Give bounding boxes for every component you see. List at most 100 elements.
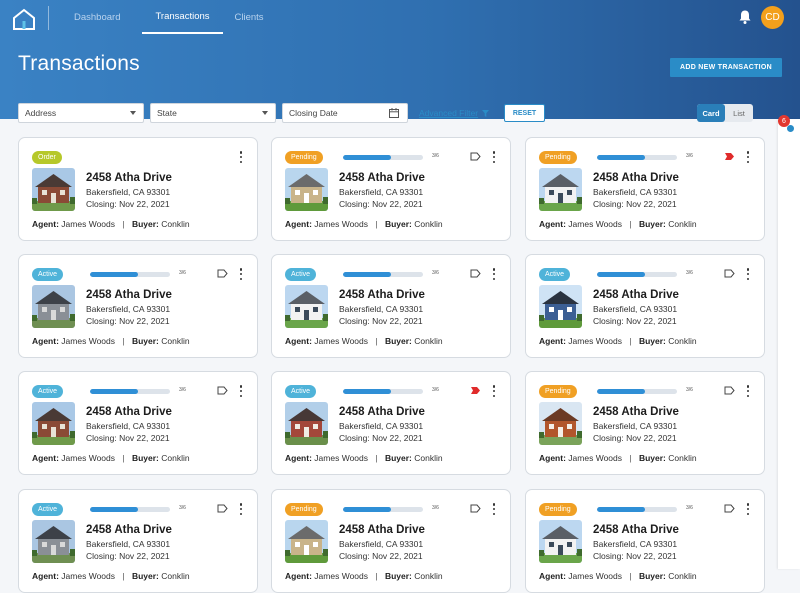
more-options-icon[interactable] <box>492 503 496 515</box>
user-avatar[interactable]: CD <box>761 6 784 29</box>
progress-bar <box>343 155 423 160</box>
reset-button[interactable]: RESET <box>504 104 545 122</box>
closing-date: Closing: Nov 22, 2021 <box>86 551 170 561</box>
closing-date: Closing: Nov 22, 2021 <box>339 199 423 209</box>
progress-ratio: 3/6 <box>686 387 693 393</box>
progress-bar <box>343 389 423 394</box>
tag-icon[interactable] <box>217 269 228 278</box>
advanced-filter-link[interactable]: Advanced Filter <box>419 108 490 118</box>
separator: | <box>629 219 632 229</box>
progress-ratio: 3/6 <box>432 505 439 511</box>
property-address[interactable]: 2458 Atha Drive <box>86 172 172 184</box>
separator: | <box>375 336 378 346</box>
nav-tab-dashboard[interactable]: Dashboard <box>62 0 132 34</box>
tag-icon[interactable] <box>724 504 735 513</box>
property-address[interactable]: 2458 Atha Drive <box>339 406 425 418</box>
property-address[interactable]: 2458 Atha Drive <box>339 524 425 536</box>
property-address[interactable]: 2458 Atha Drive <box>593 406 679 418</box>
property-city: Bakersfield, CA 93301 <box>339 539 424 549</box>
property-address[interactable]: 2458 Atha Drive <box>86 524 172 536</box>
buyer-label: Buyer: <box>384 453 412 463</box>
property-address[interactable]: 2458 Atha Drive <box>339 289 425 301</box>
tag-icon[interactable] <box>470 269 481 278</box>
buyer-label: Buyer: <box>131 571 159 581</box>
property-address[interactable]: 2458 Atha Drive <box>86 289 172 301</box>
funnel-icon <box>482 109 490 117</box>
notification-dot-icon <box>787 125 794 132</box>
transaction-card[interactable]: Active 3/6 2458 Atha Drive Bakersfield, CA… <box>271 371 511 475</box>
bell-icon[interactable] <box>738 9 752 25</box>
tag-icon[interactable] <box>470 504 481 513</box>
state-select[interactable]: State <box>150 103 276 123</box>
tag-icon[interactable] <box>724 269 735 278</box>
more-options-icon[interactable] <box>492 151 496 163</box>
property-address[interactable]: 2458 Atha Drive <box>86 406 172 418</box>
transaction-card[interactable]: Active 3/6 2458 Atha Drive Bakersfield, CA… <box>18 254 258 358</box>
buyer-label: Buyer: <box>384 336 412 346</box>
agent-label: Agent: <box>539 336 566 346</box>
transaction-card[interactable]: Active 3/6 2458 Atha Drive Bakersfield, CA… <box>18 489 258 593</box>
tag-icon[interactable] <box>217 386 228 395</box>
nav-tab-clients[interactable]: Clients <box>223 0 276 34</box>
more-options-icon[interactable] <box>239 268 243 280</box>
property-address[interactable]: 2458 Atha Drive <box>593 289 679 301</box>
progress-bar <box>597 507 677 512</box>
add-new-transaction-button[interactable]: ADD NEW TRANSACTION <box>670 58 782 77</box>
buyer-name: Conklin <box>414 336 443 346</box>
more-options-icon[interactable] <box>239 151 243 163</box>
property-address[interactable]: 2458 Atha Drive <box>593 172 679 184</box>
progress-bar <box>90 389 170 394</box>
transaction-card[interactable]: Active 3/6 2458 Atha Drive Bakersfield, CA… <box>525 254 765 358</box>
more-options-icon[interactable] <box>492 385 496 397</box>
tag-icon[interactable] <box>470 152 481 161</box>
more-options-icon[interactable] <box>492 268 496 280</box>
status-badge: Order <box>32 151 62 164</box>
transaction-card[interactable]: Pending 3/6 2458 Atha Drive Bakersfield, C… <box>525 489 765 593</box>
more-options-icon[interactable] <box>239 503 243 515</box>
priority-flag-icon[interactable] <box>470 386 481 395</box>
list-view-button[interactable]: List <box>725 104 753 122</box>
transaction-card[interactable]: Pending 3/6 2458 Atha Drive Bakersfield, C… <box>525 137 765 241</box>
transaction-card[interactable]: Active 3/6 2458 Atha Drive Bakersfield, CA… <box>18 371 258 475</box>
transaction-card[interactable]: Pending 3/6 2458 Atha Drive Bakersfield, C… <box>525 371 765 475</box>
agent-label: Agent: <box>32 453 59 463</box>
card-view-button[interactable]: Card <box>697 104 725 122</box>
house-photo <box>285 520 328 563</box>
progress-ratio: 3/6 <box>686 270 693 276</box>
transaction-card[interactable]: Active 3/6 2458 Atha Drive Bakersfield, CA… <box>271 254 511 358</box>
calendar-icon[interactable] <box>389 108 399 118</box>
progress-bar <box>597 389 677 394</box>
property-city: Bakersfield, CA 93301 <box>593 304 678 314</box>
priority-flag-icon[interactable] <box>724 152 735 161</box>
property-address[interactable]: 2458 Atha Drive <box>593 524 679 536</box>
status-badge: Active <box>285 385 317 398</box>
home-logo-icon[interactable] <box>12 8 36 30</box>
chevron-down-icon <box>262 111 268 115</box>
transaction-card[interactable]: Pending 3/6 2458 Atha Drive Bakersfield, C… <box>271 137 511 241</box>
more-options-icon[interactable] <box>746 268 750 280</box>
nav-tab-transactions[interactable]: Transactions <box>142 0 223 34</box>
more-options-icon[interactable] <box>746 151 750 163</box>
property-address[interactable]: 2458 Atha Drive <box>339 172 425 184</box>
agent-label: Agent: <box>285 453 312 463</box>
closing-date-input[interactable]: Closing Date <box>282 103 408 123</box>
separator: | <box>122 219 125 229</box>
more-options-icon[interactable] <box>746 503 750 515</box>
house-photo <box>539 402 582 445</box>
address-select[interactable]: Address <box>18 103 144 123</box>
transaction-card[interactable]: Pending 3/6 2458 Atha Drive Bakersfield, C… <box>271 489 511 593</box>
more-options-icon[interactable] <box>746 385 750 397</box>
separator: | <box>122 453 125 463</box>
closing-date: Closing: Nov 22, 2021 <box>593 433 677 443</box>
closing-date: Closing: Nov 22, 2021 <box>86 316 170 326</box>
transaction-card[interactable]: Order 2458 Atha Drive Bakersfield, CA 933… <box>18 137 258 241</box>
agent-buyer-line: Agent: James Woods | Buyer: Conklin <box>32 571 190 581</box>
tag-icon[interactable] <box>724 386 735 395</box>
tag-icon[interactable] <box>217 504 228 513</box>
status-badge: Active <box>32 503 64 516</box>
agent-buyer-line: Agent: James Woods | Buyer: Conklin <box>539 336 697 346</box>
progress-fill <box>597 507 645 512</box>
more-options-icon[interactable] <box>239 385 243 397</box>
progress-bar <box>343 272 423 277</box>
page-title: Transactions <box>18 52 140 75</box>
